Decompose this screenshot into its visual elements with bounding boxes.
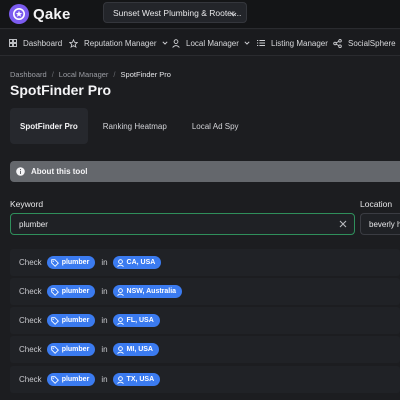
- tag-icon: [50, 287, 59, 296]
- location-input-value: beverly h: [369, 219, 400, 229]
- person-icon: [116, 316, 124, 325]
- organization-select[interactable]: Sunset West Plumbing & Rooter...: [103, 2, 247, 23]
- in-label: in: [101, 375, 108, 384]
- keyword-pill[interactable]: plumber: [46, 343, 96, 356]
- keyword-pill-text: plumber: [61, 288, 90, 295]
- check-suggestion-row[interactable]: Check plumber in CA, USA: [10, 249, 400, 276]
- nav-item-label: Reputation Manager: [84, 38, 157, 48]
- person-icon: [116, 258, 124, 267]
- check-label: Check: [19, 345, 42, 354]
- keyword-pill-text: plumber: [61, 376, 90, 383]
- check-suggestion-row[interactable]: Check plumber in NSW, Australia: [10, 278, 400, 305]
- nav-item-label: Listing Manager: [271, 38, 328, 48]
- tab-ranking-heatmap[interactable]: Ranking Heatmap: [93, 108, 177, 144]
- check-suggestion-row[interactable]: Check plumber in MI, USA: [10, 336, 400, 363]
- logo-icon: [9, 4, 29, 24]
- person-icon: [116, 375, 124, 384]
- nav-item-label: Dashboard: [23, 38, 63, 48]
- nav-item-reputation-manager[interactable]: Reputation Manager: [69, 30, 168, 56]
- check-label: Check: [19, 316, 42, 325]
- check-suggestion-row[interactable]: Check plumber in TX, USA: [10, 366, 400, 393]
- about-tool-label: About this tool: [31, 167, 88, 176]
- in-label: in: [101, 316, 108, 325]
- clear-icon[interactable]: [339, 220, 347, 230]
- in-label: in: [101, 287, 108, 296]
- person-icon: [116, 345, 124, 354]
- nav-item-label: SocialSphere: [348, 38, 396, 48]
- location-pill-text: FL, USA: [126, 317, 154, 324]
- list-icon: [257, 39, 265, 47]
- tag-icon: [50, 345, 59, 354]
- share-icon: [333, 38, 342, 48]
- person-icon: [172, 38, 180, 48]
- check-suggestion-row[interactable]: Check plumber in FL, USA: [10, 307, 400, 334]
- location-pill-text: TX, USA: [126, 376, 155, 383]
- keyword-input-value: plumber: [19, 219, 48, 229]
- nav-item-socialsphere[interactable]: SocialSphere: [333, 30, 396, 56]
- nav-item-listing-manager[interactable]: Listing Manager: [257, 30, 328, 56]
- breadcrumb: Dashboard / Local Manager / SpotFinder P…: [10, 70, 171, 79]
- app-name: Qake: [33, 5, 71, 23]
- grid-icon: [9, 39, 17, 47]
- tag-icon: [50, 375, 59, 384]
- top-bar: Qake Sunset West Plumbing & Rooter...: [0, 0, 400, 29]
- tag-icon: [50, 258, 59, 267]
- info-icon: [16, 167, 25, 176]
- organization-select-value: Sunset West Plumbing & Rooter...: [113, 7, 242, 18]
- in-label: in: [101, 345, 108, 354]
- in-label: in: [101, 258, 108, 267]
- tab-local-ad-spy[interactable]: Local Ad Spy: [182, 108, 249, 144]
- keyword-pill[interactable]: plumber: [46, 285, 96, 298]
- tab-spotfinder-pro[interactable]: SpotFinder Pro: [10, 108, 88, 144]
- location-pill[interactable]: FL, USA: [112, 314, 160, 327]
- breadcrumb-separator: /: [51, 70, 54, 79]
- page-title: SpotFinder Pro: [10, 82, 112, 98]
- nav-item-local-manager[interactable]: Local Manager: [172, 30, 250, 56]
- nav-item-label: Local Manager: [186, 38, 239, 48]
- location-label: Location: [360, 199, 393, 209]
- keyword-label: Keyword: [10, 199, 44, 209]
- location-pill-text: CA, USA: [126, 259, 156, 266]
- location-pill[interactable]: CA, USA: [112, 256, 162, 269]
- breadcrumb-current: SpotFinder Pro: [120, 70, 171, 79]
- breadcrumb-local-manager[interactable]: Local Manager: [59, 70, 109, 79]
- breadcrumb-dashboard[interactable]: Dashboard: [10, 70, 47, 79]
- chevron-down-icon: [161, 41, 168, 45]
- app-logo[interactable]: Qake: [9, 4, 71, 24]
- keyword-pill[interactable]: plumber: [46, 256, 96, 269]
- location-pill[interactable]: NSW, Australia: [112, 285, 183, 298]
- nav-item-dashboard[interactable]: Dashboard: [9, 30, 62, 56]
- keyword-pill[interactable]: plumber: [46, 314, 96, 327]
- location-pill[interactable]: TX, USA: [112, 373, 161, 386]
- breadcrumb-separator: /: [113, 70, 116, 79]
- keyword-pill-text: plumber: [61, 317, 90, 324]
- keyword-pill-text: plumber: [61, 259, 90, 266]
- tool-tabs: SpotFinder Pro Ranking Heatmap Local Ad …: [10, 108, 254, 144]
- check-label: Check: [19, 375, 42, 384]
- about-tool-toggle[interactable]: About this tool: [10, 161, 400, 182]
- tag-icon: [50, 316, 59, 325]
- star-icon: [69, 38, 78, 48]
- check-label: Check: [19, 258, 42, 267]
- person-icon: [116, 287, 124, 296]
- main-nav: Dashboard Reputation Manager Local Manag…: [0, 30, 400, 56]
- location-input[interactable]: beverly h: [360, 213, 400, 235]
- location-pill-text: NSW, Australia: [126, 288, 177, 295]
- keyword-pill-text: plumber: [61, 346, 90, 353]
- keyword-input[interactable]: plumber: [10, 213, 355, 235]
- chevron-down-icon: [244, 41, 250, 45]
- keyword-pill[interactable]: plumber: [46, 373, 96, 386]
- check-label: Check: [19, 287, 42, 296]
- location-pill[interactable]: MI, USA: [112, 343, 159, 356]
- chevron-down-icon: [230, 9, 237, 19]
- location-pill-text: MI, USA: [126, 346, 153, 353]
